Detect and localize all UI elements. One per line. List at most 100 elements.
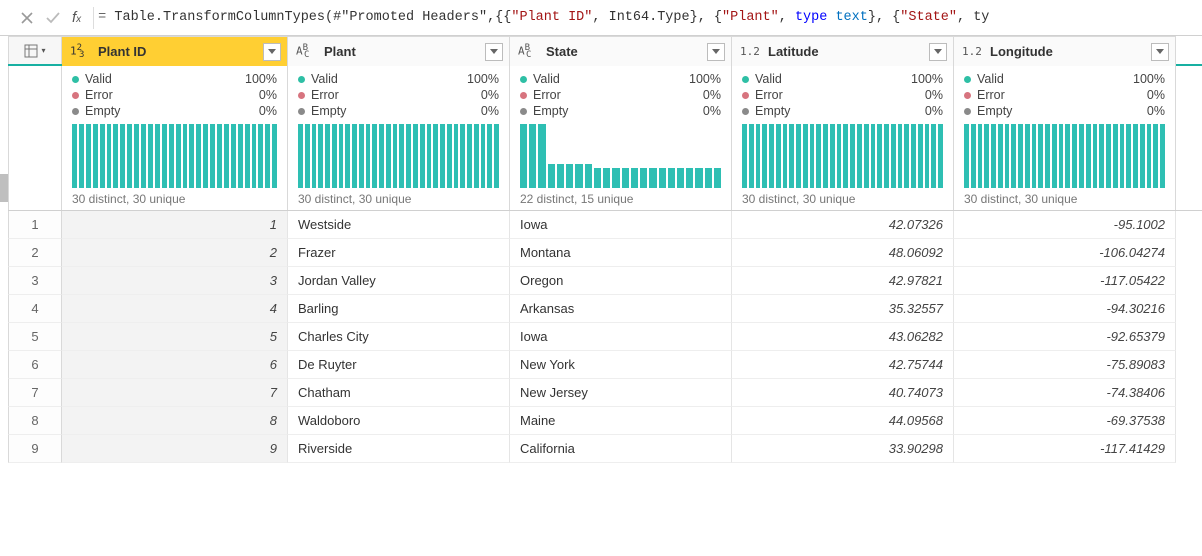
quality-empty: Empty0% (298, 104, 499, 118)
column-filter-dropdown[interactable] (1151, 43, 1169, 61)
column-filter-dropdown[interactable] (707, 43, 725, 61)
column-profile-row: Valid100% Error0% Empty0% 30 distinct, 30 u… (8, 66, 1202, 210)
formula-commit-button[interactable] (40, 5, 66, 31)
table-row[interactable]: 11WestsideIowa42.07326-95.1002 (8, 211, 1202, 239)
cell[interactable]: Jordan Valley (288, 267, 510, 295)
select-all-corner[interactable]: ▾ (8, 36, 62, 64)
row-number[interactable]: 6 (8, 351, 62, 379)
cell[interactable]: 5 (62, 323, 288, 351)
cell[interactable]: -117.41429 (954, 435, 1176, 463)
row-number[interactable]: 1 (8, 211, 62, 239)
column-filter-dropdown[interactable] (263, 43, 281, 61)
distinct-summary: 30 distinct, 30 unique (72, 192, 277, 206)
cell[interactable]: 43.06282 (732, 323, 954, 351)
cell[interactable]: 1 (62, 211, 288, 239)
cell[interactable]: Charles City (288, 323, 510, 351)
cell[interactable]: 42.07326 (732, 211, 954, 239)
formula-divider (93, 7, 94, 29)
cell[interactable]: 8 (62, 407, 288, 435)
cell[interactable]: Frazer (288, 239, 510, 267)
cell[interactable]: 7 (62, 379, 288, 407)
column-filter-dropdown[interactable] (485, 43, 503, 61)
cell[interactable]: -94.30216 (954, 295, 1176, 323)
cell[interactable]: 33.90298 (732, 435, 954, 463)
cell[interactable]: Riverside (288, 435, 510, 463)
cell[interactable]: 48.06092 (732, 239, 954, 267)
distribution-histogram (520, 124, 721, 188)
row-number[interactable]: 7 (8, 379, 62, 407)
table-row[interactable]: 44BarlingArkansas35.32557-94.30216 (8, 295, 1202, 323)
table-row[interactable]: 99RiversideCalifornia33.90298-117.41429 (8, 435, 1202, 463)
cell[interactable]: Oregon (510, 267, 732, 295)
cell[interactable]: -106.04274 (954, 239, 1176, 267)
cell[interactable]: -92.65379 (954, 323, 1176, 351)
cell[interactable]: -117.05422 (954, 267, 1176, 295)
cell[interactable]: 44.09568 (732, 407, 954, 435)
row-number[interactable]: 8 (8, 407, 62, 435)
cell[interactable]: 9 (62, 435, 288, 463)
row-number[interactable]: 3 (8, 267, 62, 295)
empty-dot-icon (742, 108, 749, 115)
abc-type-icon[interactable]: ABC (518, 43, 540, 61)
cell[interactable]: Westside (288, 211, 510, 239)
formula-cancel-button[interactable] (14, 5, 40, 31)
quality-error: Error0% (520, 88, 721, 102)
column-header-plant-id[interactable]: 123Plant ID (62, 36, 288, 66)
cell[interactable]: Barling (288, 295, 510, 323)
quality-valid: Valid100% (964, 72, 1165, 86)
cell[interactable]: 35.32557 (732, 295, 954, 323)
cell[interactable]: De Ruyter (288, 351, 510, 379)
empty-dot-icon (298, 108, 305, 115)
distinct-summary: 30 distinct, 30 unique (742, 192, 943, 206)
cell[interactable]: -69.37538 (954, 407, 1176, 435)
column-profile-plant: Valid100%Error0%Empty0%30 distinct, 30 u… (288, 66, 510, 210)
cell[interactable]: Arkansas (510, 295, 732, 323)
column-header-longitude[interactable]: 1.2Longitude (954, 36, 1176, 66)
table-row[interactable]: 22FrazerMontana48.06092-106.04274 (8, 239, 1202, 267)
cell[interactable]: California (510, 435, 732, 463)
cell[interactable]: 3 (62, 267, 288, 295)
cell[interactable]: Montana (510, 239, 732, 267)
cell[interactable]: New Jersey (510, 379, 732, 407)
column-title: Latitude (768, 44, 929, 59)
cell[interactable]: 6 (62, 351, 288, 379)
cell[interactable]: Iowa (510, 211, 732, 239)
dec-type-icon[interactable]: 1.2 (962, 45, 984, 58)
column-filter-dropdown[interactable] (929, 43, 947, 61)
row-number[interactable]: 2 (8, 239, 62, 267)
cell[interactable]: 40.74073 (732, 379, 954, 407)
cell[interactable]: -75.89083 (954, 351, 1176, 379)
cell[interactable]: 4 (62, 295, 288, 323)
table-row[interactable]: 88WaldoboroMaine44.09568-69.37538 (8, 407, 1202, 435)
data-grid: ▾ 123Plant IDABCPlantABCState 1.2 Latitude… (0, 36, 1202, 463)
table-row[interactable]: 55Charles CityIowa43.06282-92.65379 (8, 323, 1202, 351)
cell[interactable]: 42.97821 (732, 267, 954, 295)
cell[interactable]: New York (510, 351, 732, 379)
table-row[interactable]: 77ChathamNew Jersey40.74073-74.38406 (8, 379, 1202, 407)
cell[interactable]: 42.75744 (732, 351, 954, 379)
quality-empty: Empty0% (964, 104, 1165, 118)
column-header-plant[interactable]: ABCPlant (288, 36, 510, 66)
cell[interactable]: -95.1002 (954, 211, 1176, 239)
cell[interactable]: Iowa (510, 323, 732, 351)
quality-error: Error0% (298, 88, 499, 102)
quality-error: Error0% (72, 88, 277, 102)
cell[interactable]: Maine (510, 407, 732, 435)
dec-type-icon[interactable]: 1.2 (740, 45, 762, 58)
error-dot-icon (298, 92, 305, 99)
table-row[interactable]: 33Jordan ValleyOregon42.97821-117.05422 (8, 267, 1202, 295)
cell[interactable]: -74.38406 (954, 379, 1176, 407)
table-row[interactable]: 66De RuyterNew York42.75744-75.89083 (8, 351, 1202, 379)
formula-input[interactable]: = Table.TransformColumnTypes(#"Promoted … (98, 10, 1196, 25)
row-number[interactable]: 5 (8, 323, 62, 351)
cell[interactable]: Waldoboro (288, 407, 510, 435)
abc-type-icon[interactable]: ABC (296, 43, 318, 61)
quality-empty: Empty0% (742, 104, 943, 118)
column-header-state[interactable]: ABCState (510, 36, 732, 66)
column-header-latitude[interactable]: 1.2 Latitude (732, 36, 954, 66)
cell[interactable]: 2 (62, 239, 288, 267)
int-type-icon[interactable]: 123 (70, 43, 92, 61)
row-number[interactable]: 4 (8, 295, 62, 323)
cell[interactable]: Chatham (288, 379, 510, 407)
row-number[interactable]: 9 (8, 435, 62, 463)
